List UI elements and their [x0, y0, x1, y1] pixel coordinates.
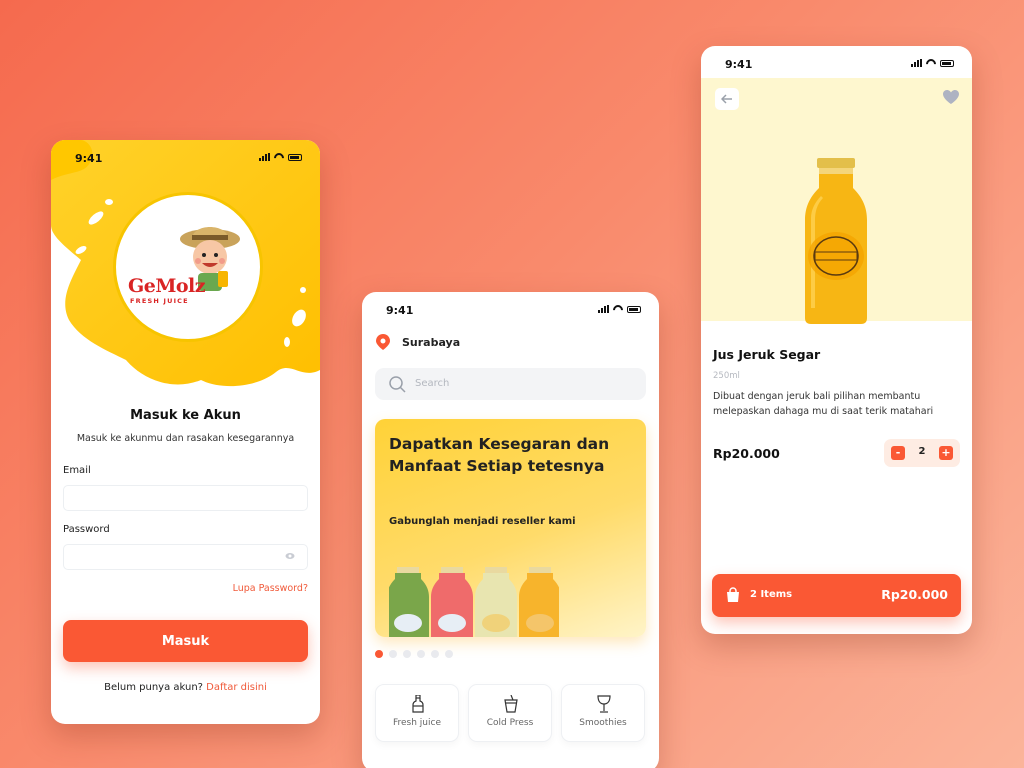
- forgot-password-link[interactable]: Lupa Password?: [233, 583, 308, 594]
- signal-icon: [259, 153, 270, 161]
- banner-title: Dapatkan Kesegaran dan Manfaat Setiap te…: [389, 435, 610, 475]
- promo-banner[interactable]: Dapatkan Kesegaran dan Manfaat Setiap te…: [375, 419, 646, 637]
- quantity-value: 2: [918, 446, 926, 457]
- cart-total: Rp20.000: [881, 587, 948, 602]
- login-subtitle: Masuk ke akunmu dan rasakan kesegarannya: [76, 433, 295, 444]
- status-time: 9:41: [75, 152, 103, 165]
- wifi-icon: [926, 59, 936, 67]
- category-label: Cold Press: [486, 718, 534, 728]
- bottle-icon: [412, 695, 424, 713]
- glass-icon: [597, 695, 611, 713]
- back-button[interactable]: [715, 88, 739, 110]
- password-field[interactable]: [63, 544, 308, 570]
- cart-item-count: 2 Items: [750, 589, 793, 600]
- status-time: 9:41: [725, 58, 753, 71]
- carousel-dot[interactable]: [375, 650, 383, 658]
- carousel-indicator: [375, 650, 453, 658]
- cup-icon: [504, 695, 518, 713]
- juice-bottles-image: [389, 567, 559, 637]
- decrease-button[interactable]: -: [891, 446, 905, 460]
- logo-wordmark: GeMolz: [128, 275, 206, 297]
- email-field[interactable]: [63, 485, 308, 511]
- signup-text: Belum punya akun?: [104, 682, 203, 693]
- arrow-left-icon: [721, 94, 732, 104]
- product-volume: 250ml: [713, 371, 740, 381]
- search-icon: [389, 376, 406, 393]
- shopping-bag-icon: [727, 587, 739, 602]
- login-screen: GeMolz FRESH JUICE 9:41 Masuk ke Akun Ma…: [51, 140, 320, 724]
- brand-logo: GeMolz FRESH JUICE: [113, 192, 263, 342]
- signal-icon: [911, 59, 922, 67]
- carousel-dot[interactable]: [417, 650, 425, 658]
- carousel-dot[interactable]: [431, 650, 439, 658]
- carousel-dot[interactable]: [389, 650, 397, 658]
- email-label: Email: [63, 465, 91, 476]
- category-label: Fresh juice: [392, 718, 441, 728]
- product-price: Rp20.000: [713, 446, 780, 461]
- favorite-heart-icon[interactable]: [943, 90, 959, 105]
- eye-icon[interactable]: [285, 551, 295, 561]
- status-bar: 9:41: [701, 46, 972, 80]
- status-bar: 9:41: [362, 292, 659, 326]
- login-title: Masuk ke Akun: [130, 408, 241, 423]
- carousel-dot[interactable]: [403, 650, 411, 658]
- location-selector[interactable]: Surabaya: [376, 334, 460, 350]
- product-hero: [701, 78, 972, 324]
- quantity-stepper: - 2 +: [884, 439, 960, 467]
- category-label: Smoothies: [579, 718, 627, 728]
- battery-icon: [288, 154, 302, 161]
- signup-prompt: Belum punya akun? Daftar disini: [51, 682, 320, 693]
- category-cold-press[interactable]: Cold Press: [468, 684, 552, 742]
- battery-icon: [627, 306, 641, 313]
- carousel-dot[interactable]: [445, 650, 453, 658]
- category-smoothies[interactable]: Smoothies: [561, 684, 645, 742]
- password-label: Password: [63, 524, 110, 535]
- location-name: Surabaya: [402, 335, 461, 349]
- product-screen: 9:41 Jus Jeruk Segar 250ml Dibuat dengan…: [701, 46, 972, 634]
- login-button[interactable]: Masuk: [63, 620, 308, 662]
- signup-link[interactable]: Daftar disini: [206, 682, 267, 693]
- home-screen: 9:41 Surabaya Search Dapatkan Kesegaran …: [362, 292, 659, 768]
- battery-icon: [940, 60, 954, 67]
- signal-icon: [598, 305, 609, 313]
- product-bottle-image: [805, 158, 867, 324]
- status-bar: 9:41: [51, 140, 320, 174]
- search-bar[interactable]: Search: [375, 368, 646, 400]
- status-time: 9:41: [386, 304, 414, 317]
- wifi-icon: [274, 153, 284, 161]
- product-name: Jus Jeruk Segar: [713, 347, 821, 362]
- cart-button[interactable]: 2 Items Rp20.000: [712, 574, 961, 617]
- wifi-icon: [613, 305, 623, 313]
- search-input[interactable]: Search: [415, 378, 449, 389]
- banner-subtitle: Gabunglah menjadi reseller kami: [389, 516, 576, 527]
- logo-tagline: FRESH JUICE: [130, 297, 189, 305]
- product-description: Dibuat dengan jeruk bali pilihan membant…: [713, 391, 934, 417]
- category-fresh-juice[interactable]: Fresh juice: [375, 684, 459, 742]
- increase-button[interactable]: +: [939, 446, 953, 460]
- location-pin-icon: [376, 334, 390, 350]
